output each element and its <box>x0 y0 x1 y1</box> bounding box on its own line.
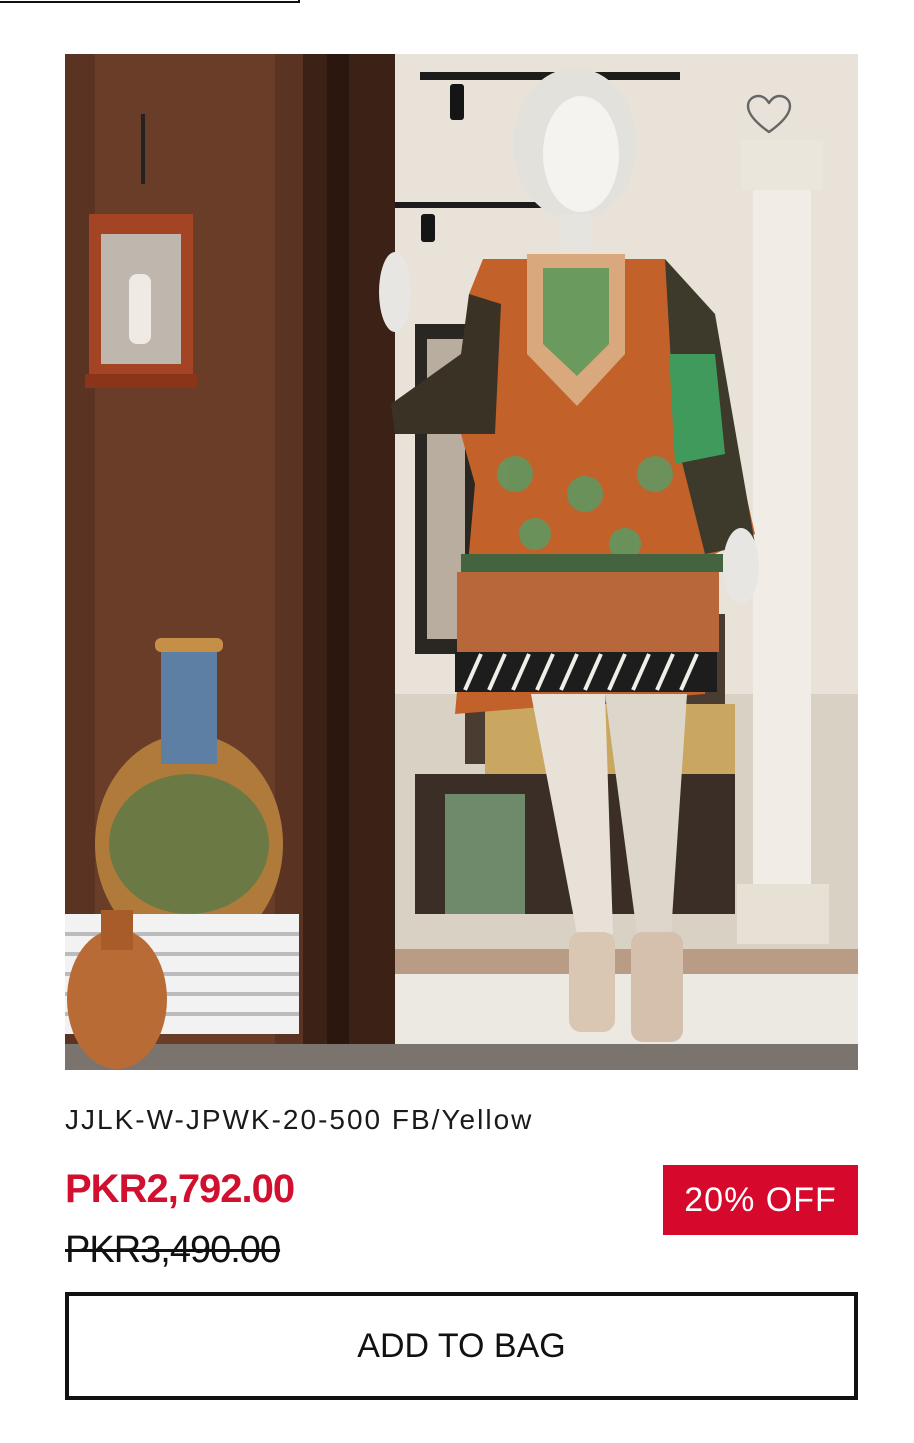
sale-price: PKR2,792.00 <box>65 1167 295 1211</box>
previous-card-button-edge <box>0 0 300 3</box>
wishlist-heart-icon[interactable] <box>746 94 792 136</box>
product-name[interactable]: JJLK-W-JPWK-20-500 FB/Yellow <box>65 1104 533 1136</box>
discount-badge: 20% OFF <box>663 1165 858 1235</box>
original-price: PKR3,490.00 <box>65 1229 281 1271</box>
product-card[interactable]: JJLK-W-JPWK-20-500 FB/Yellow PKR2,792.00… <box>65 54 858 1400</box>
product-image[interactable] <box>65 54 858 1070</box>
add-to-bag-button[interactable]: ADD TO BAG <box>65 1292 858 1400</box>
product-photo <box>65 54 858 1070</box>
